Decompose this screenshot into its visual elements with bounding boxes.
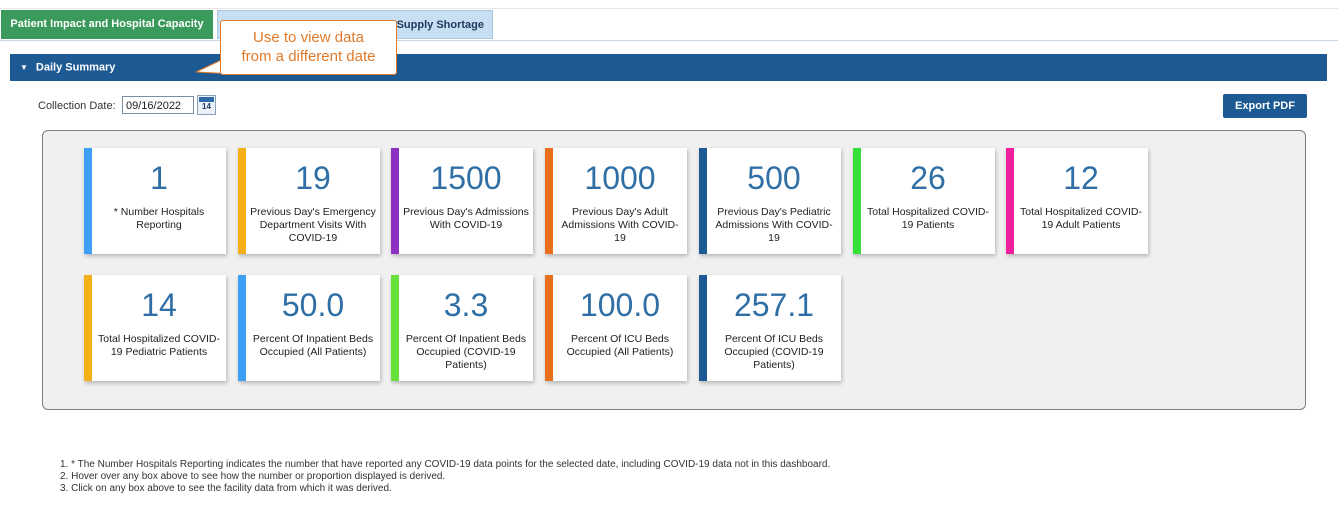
card-stripe — [238, 148, 246, 254]
card-total-hospitalized[interactable]: 26 Total Hospitalized COVID-19 Patients — [853, 148, 995, 254]
daily-summary-header[interactable]: ▼ Daily Summary — [10, 54, 1327, 81]
card-stripe — [84, 148, 92, 254]
card-ed-visits[interactable]: 19 Previous Day's Emergency Department V… — [238, 148, 380, 254]
card-value: 26 — [910, 160, 946, 196]
card-stripe — [391, 148, 399, 254]
card-value: 100.0 — [579, 287, 661, 323]
card-value: 1 — [150, 160, 168, 196]
card-icu-beds-all[interactable]: 100.0 Percent Of ICU Beds Occupied (All … — [545, 275, 687, 381]
callout-text: Use to view data from a different date — [221, 28, 396, 66]
footnote-3: 3. Click on any box above to see the fac… — [60, 483, 392, 494]
footnotes: 1. * The Number Hospitals Reporting indi… — [60, 459, 830, 495]
card-label: Percent Of Inpatient Beds Occupied (COVI… — [405, 333, 527, 371]
card-value: 14 — [141, 287, 177, 323]
card-label: Percent Of ICU Beds Occupied (All Patien… — [566, 333, 674, 358]
card-inpatient-beds-covid[interactable]: 3.3 Percent Of Inpatient Beds Occupied (… — [391, 275, 533, 381]
section-title: Daily Summary — [35, 61, 116, 74]
card-label: Total Hospitalized COVID-19 Pediatric Pa… — [98, 333, 220, 358]
callout-line-1: Use to view data — [253, 29, 364, 46]
card-value: 257.1 — [733, 287, 815, 323]
card-adult-hospitalized[interactable]: 12 Total Hospitalized COVID-19 Adult Pat… — [1006, 148, 1148, 254]
card-label: Previous Day's Pediatric Admissions With… — [715, 206, 833, 244]
card-admissions[interactable]: 1500 Previous Day's Admissions With COVI… — [391, 148, 533, 254]
footnote-2: 2. Hover over any box above to see how t… — [60, 471, 446, 482]
callout-tooltip: Use to view data from a different date — [220, 20, 397, 75]
card-stripe — [84, 275, 92, 381]
card-pediatric-admissions[interactable]: 500 Previous Day's Pediatric Admissions … — [699, 148, 841, 254]
card-stripe — [238, 275, 246, 381]
callout-line-2: from a different date — [241, 48, 376, 65]
tab-bar: Patient Impact and Hospital Capacity Sup… — [0, 10, 1338, 41]
calendar-day: 14 — [202, 102, 211, 111]
export-pdf-button[interactable]: Export PDF — [1223, 94, 1307, 118]
card-stripe — [1006, 148, 1014, 254]
collection-date-label: Collection Date: — [38, 100, 116, 112]
card-pediatric-hospitalized[interactable]: 14 Total Hospitalized COVID-19 Pediatric… — [84, 275, 226, 381]
caret-down-icon: ▼ — [20, 63, 28, 72]
card-stripe — [699, 275, 707, 381]
card-hospitals-reporting[interactable]: 1 * Number Hospitals Reporting — [84, 148, 226, 254]
card-label: Previous Day's Adult Admissions With COV… — [561, 206, 679, 244]
footnote-1: 1. * The Number Hospitals Reporting indi… — [60, 459, 831, 470]
card-stripe — [699, 148, 707, 254]
card-label: Previous Day's Admissions With COVID-19 — [403, 206, 529, 231]
top-border — [0, 0, 1338, 9]
card-label: Total Hospitalized COVID-19 Adult Patien… — [1020, 206, 1142, 231]
card-value: 12 — [1063, 160, 1099, 196]
card-label: * Number Hospitals Reporting — [113, 206, 205, 231]
card-stripe — [391, 275, 399, 381]
card-label: Total Hospitalized COVID-19 Patients — [867, 206, 989, 231]
card-inpatient-beds-all[interactable]: 50.0 Percent Of Inpatient Beds Occupied … — [238, 275, 380, 381]
card-label: Percent Of Inpatient Beds Occupied (All … — [252, 333, 374, 358]
card-stripe — [545, 275, 553, 381]
tab-patient-impact[interactable]: Patient Impact and Hospital Capacity — [1, 10, 213, 39]
card-stripe — [545, 148, 553, 254]
card-value: 19 — [295, 160, 331, 196]
summary-panel: 1 * Number Hospitals Reporting 19 Previo… — [42, 130, 1306, 410]
card-value: 1000 — [584, 160, 656, 196]
card-value: 50.0 — [281, 287, 345, 323]
card-label: Previous Day's Emergency Department Visi… — [250, 206, 376, 244]
calendar-icon[interactable]: 14 — [197, 95, 216, 115]
card-stripe — [853, 148, 861, 254]
card-value: 3.3 — [443, 287, 489, 323]
card-adult-admissions[interactable]: 1000 Previous Day's Adult Admissions Wit… — [545, 148, 687, 254]
card-icu-beds-covid[interactable]: 257.1 Percent Of ICU Beds Occupied (COVI… — [699, 275, 841, 381]
collection-date-input[interactable]: 09/16/2022 — [122, 96, 194, 114]
card-value: 500 — [747, 160, 801, 196]
card-value: 1500 — [430, 160, 502, 196]
card-label: Percent Of ICU Beds Occupied (COVID-19 P… — [724, 333, 824, 371]
